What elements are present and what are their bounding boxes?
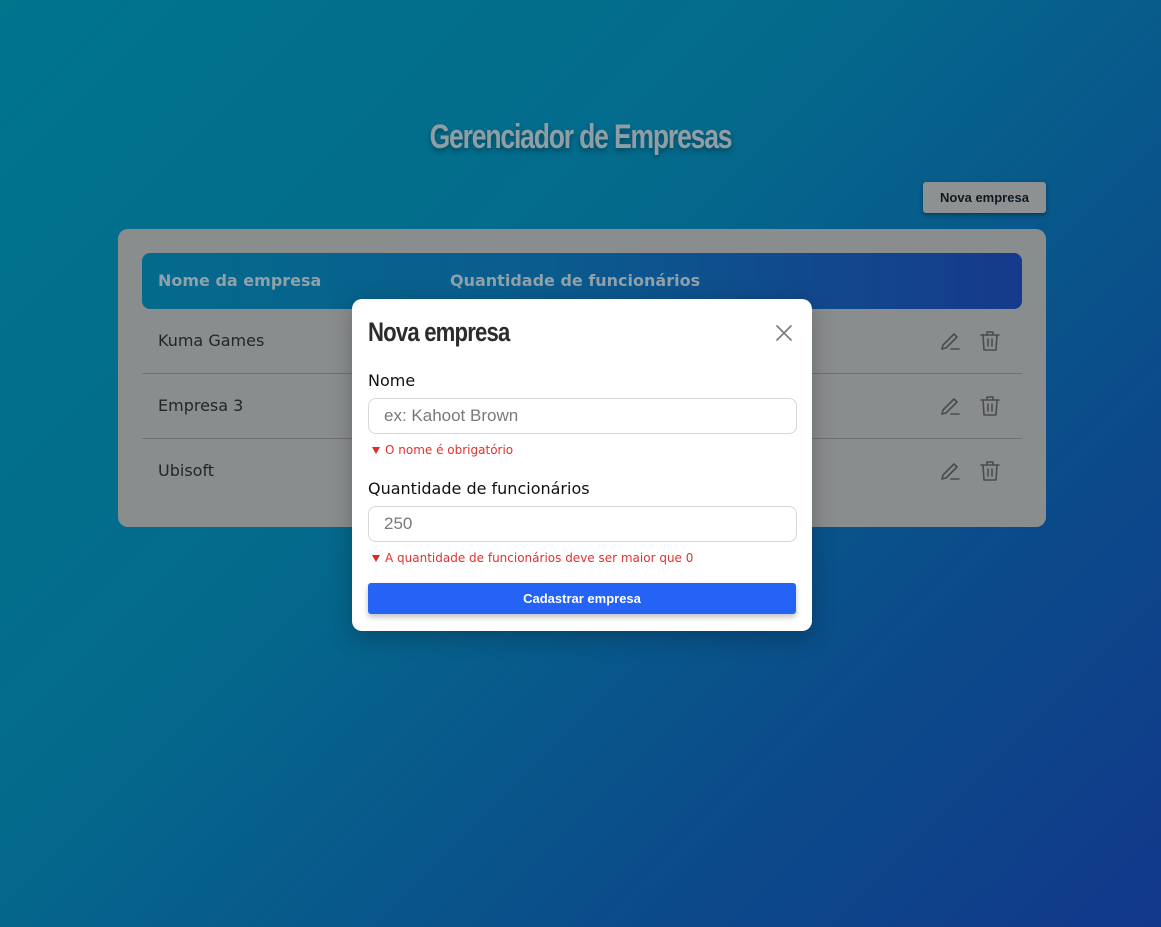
close-button[interactable]	[772, 321, 796, 345]
edit-icon[interactable]	[938, 459, 962, 483]
new-company-button[interactable]: Nova empresa	[923, 182, 1046, 213]
column-header-employees: Quantidade de funcionários	[450, 271, 701, 290]
close-icon	[776, 325, 792, 341]
trash-icon[interactable]	[978, 329, 1002, 353]
error-triangle-icon	[372, 446, 380, 454]
name-label: Nome	[368, 371, 416, 390]
new-company-modal: Nova empresa Nome O nome é obrigatório Q…	[352, 299, 812, 631]
error-triangle-icon	[372, 554, 380, 562]
edit-icon[interactable]	[938, 394, 962, 418]
company-name: Ubisoft	[158, 461, 215, 480]
company-name: Kuma Games	[158, 331, 265, 350]
employees-error: A quantidade de funcionários deve ser ma…	[372, 551, 693, 565]
submit-company-button[interactable]: Cadastrar empresa	[368, 583, 796, 614]
name-error: O nome é obrigatório	[372, 443, 513, 457]
edit-icon[interactable]	[938, 329, 962, 353]
trash-icon[interactable]	[978, 459, 1002, 483]
employees-input[interactable]	[368, 506, 797, 542]
name-input[interactable]	[368, 398, 797, 434]
trash-icon[interactable]	[978, 394, 1002, 418]
modal-title: Nova empresa	[368, 317, 510, 347]
page-title: Gerenciador de Empresas	[429, 118, 733, 156]
employees-error-text: A quantidade de funcionários deve ser ma…	[385, 551, 694, 565]
employees-label: Quantidade de funcionários	[368, 479, 590, 498]
name-error-text: O nome é obrigatório	[385, 443, 514, 457]
company-name: Empresa 3	[158, 396, 244, 415]
column-header-name: Nome da empresa	[158, 271, 322, 290]
